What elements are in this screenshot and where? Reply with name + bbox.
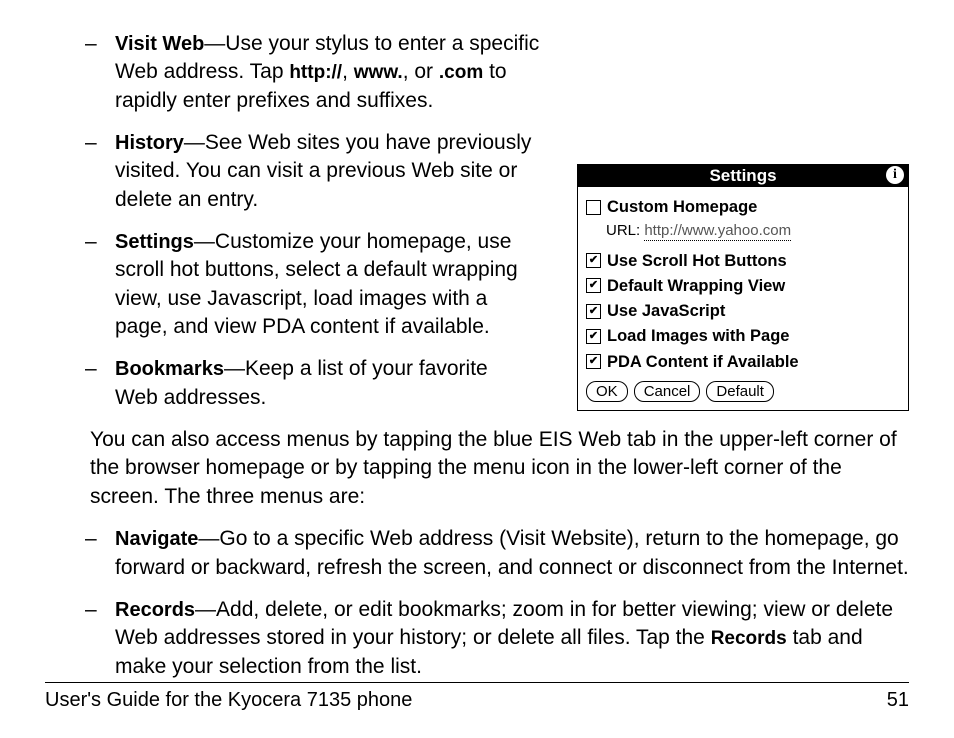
url-value[interactable]: http://www.yahoo.com bbox=[644, 222, 791, 241]
option-wrapping: ✔ Default Wrapping View bbox=[586, 275, 900, 297]
paragraph: You can also access menus by tapping the… bbox=[90, 426, 909, 511]
list-item: – Bookmarks—Keep a list of your favorite… bbox=[45, 355, 525, 412]
footer-title: User's Guide for the Kyocera 7135 phone bbox=[45, 689, 412, 712]
list-item: – Records—Add, delete, or edit bookmarks… bbox=[45, 596, 909, 681]
list-item-body: Navigate—Go to a specific Web address (V… bbox=[115, 525, 909, 582]
inline-www: www. bbox=[354, 62, 403, 83]
default-button[interactable]: Default bbox=[706, 381, 774, 402]
info-icon: i bbox=[886, 166, 904, 184]
page: Settings i Custom Homepage URL: http://w… bbox=[0, 0, 954, 738]
list-item-body: History—See Web sites you have previousl… bbox=[115, 129, 565, 214]
checkbox-checked-icon[interactable]: ✔ bbox=[586, 354, 601, 369]
inline-http: http:// bbox=[289, 62, 342, 83]
option-label: Use Scroll Hot Buttons bbox=[607, 250, 787, 272]
list-item: – Visit Web—Use your stylus to enter a s… bbox=[45, 30, 565, 115]
term-settings: Settings bbox=[115, 231, 194, 253]
content-area: Settings i Custom Homepage URL: http://w… bbox=[45, 30, 909, 681]
option-label: PDA Content if Available bbox=[607, 351, 799, 373]
cancel-button[interactable]: Cancel bbox=[634, 381, 701, 402]
inline-records: Records bbox=[711, 628, 787, 649]
list-item-body: Settings—Customize your homepage, use sc… bbox=[115, 228, 525, 341]
checkbox-checked-icon[interactable]: ✔ bbox=[586, 253, 601, 268]
term-visit-web: Visit Web bbox=[115, 33, 204, 55]
checkbox-checked-icon[interactable]: ✔ bbox=[586, 278, 601, 293]
dash-icon: – bbox=[45, 596, 115, 681]
ok-button[interactable]: OK bbox=[586, 381, 628, 402]
page-footer: User's Guide for the Kyocera 7135 phone … bbox=[45, 682, 909, 712]
url-label: URL: bbox=[606, 222, 644, 239]
dash-icon: – bbox=[45, 228, 115, 341]
list-item: – History—See Web sites you have previou… bbox=[45, 129, 565, 214]
option-custom-homepage: Custom Homepage bbox=[586, 196, 900, 218]
checkbox-unchecked-icon[interactable] bbox=[586, 200, 601, 215]
list-item: – Navigate—Go to a specific Web address … bbox=[45, 525, 909, 582]
dash-icon: – bbox=[45, 129, 115, 214]
settings-body: Custom Homepage URL: http://www.yahoo.co… bbox=[578, 187, 908, 410]
term-navigate: Navigate bbox=[115, 528, 198, 550]
checkbox-checked-icon[interactable]: ✔ bbox=[586, 304, 601, 319]
option-label: Load Images with Page bbox=[607, 325, 789, 347]
list-item-body: Visit Web—Use your stylus to enter a spe… bbox=[115, 30, 565, 115]
term-history: History bbox=[115, 132, 184, 154]
url-row: URL: http://www.yahoo.com bbox=[606, 221, 900, 241]
dash-icon: – bbox=[45, 30, 115, 115]
option-scroll-hot: ✔ Use Scroll Hot Buttons bbox=[586, 250, 900, 272]
settings-title: Settings bbox=[709, 165, 776, 188]
dash-icon: – bbox=[45, 525, 115, 582]
option-label: Default Wrapping View bbox=[607, 275, 785, 297]
list-item: – Settings—Customize your homepage, use … bbox=[45, 228, 525, 341]
list-item-body: Records—Add, delete, or edit bookmarks; … bbox=[115, 596, 909, 681]
settings-figure: Settings i Custom Homepage URL: http://w… bbox=[577, 164, 909, 411]
inline-com: .com bbox=[439, 62, 483, 83]
page-number: 51 bbox=[887, 689, 909, 712]
dash-icon: – bbox=[45, 355, 115, 412]
option-load-images: ✔ Load Images with Page bbox=[586, 325, 900, 347]
term-records: Records bbox=[115, 599, 195, 621]
list-item-body: Bookmarks—Keep a list of your favorite W… bbox=[115, 355, 525, 412]
term-bookmarks: Bookmarks bbox=[115, 358, 224, 380]
option-label: Use JavaScript bbox=[607, 300, 725, 322]
checkbox-checked-icon[interactable]: ✔ bbox=[586, 329, 601, 344]
option-javascript: ✔ Use JavaScript bbox=[586, 300, 900, 322]
button-row: OK Cancel Default bbox=[586, 381, 900, 402]
option-label: Custom Homepage bbox=[607, 196, 757, 218]
option-pda-content: ✔ PDA Content if Available bbox=[586, 351, 900, 373]
settings-title-bar: Settings i bbox=[578, 165, 908, 187]
